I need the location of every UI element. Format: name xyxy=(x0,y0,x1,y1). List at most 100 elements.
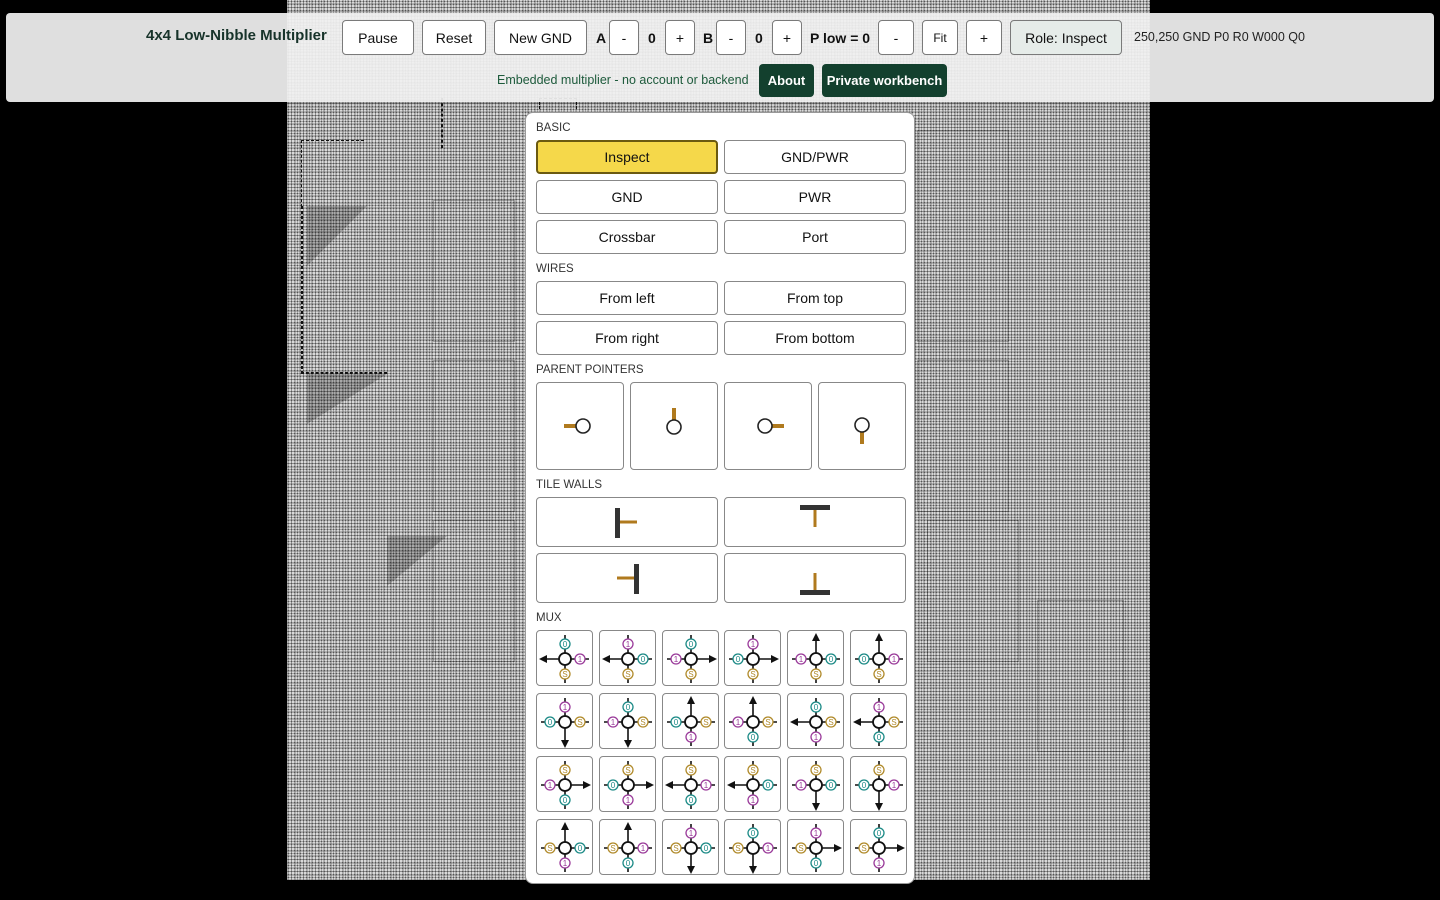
mux-tile[interactable]: S 0 1 xyxy=(536,756,593,812)
mux-tile[interactable]: 0 1 S xyxy=(536,819,593,875)
mux-tile[interactable]: S 0 1 xyxy=(787,756,845,812)
mux-icon: 1S0 xyxy=(853,698,903,746)
b-decrement-button[interactable]: - xyxy=(716,20,746,55)
wire-from-left[interactable]: From left xyxy=(536,281,718,315)
svg-text:S: S xyxy=(625,670,630,679)
svg-text:1: 1 xyxy=(641,844,646,853)
board-shading xyxy=(307,374,387,424)
svg-text:1: 1 xyxy=(626,796,631,805)
parent-pointers-heading: PARENT POINTERS xyxy=(536,364,644,376)
a-decrement-button[interactable]: - xyxy=(609,20,639,55)
mux-tile[interactable]: 0 1 S xyxy=(850,819,907,875)
basic-heading: BASIC xyxy=(536,122,571,134)
top-pointer-icon xyxy=(666,408,682,435)
tile-wall-left[interactable] xyxy=(536,497,718,547)
tool-crossbar[interactable]: Crossbar xyxy=(536,220,718,254)
svg-text:0: 0 xyxy=(578,844,583,853)
svg-text:S: S xyxy=(562,766,567,775)
svg-text:1: 1 xyxy=(751,796,756,805)
svg-text:0: 0 xyxy=(548,718,553,727)
svg-text:S: S xyxy=(751,670,756,679)
svg-text:0: 0 xyxy=(766,781,771,790)
mux-tile[interactable]: 1S0 xyxy=(850,693,907,749)
svg-text:0: 0 xyxy=(688,640,693,649)
svg-text:0: 0 xyxy=(611,781,616,790)
app-title: 4x4 Low-Nibble Multiplier xyxy=(146,27,327,44)
svg-text:S: S xyxy=(688,766,693,775)
mux-icon: S 1 0 xyxy=(666,696,715,746)
svg-text:1: 1 xyxy=(548,781,553,790)
zoom-in-button[interactable]: + xyxy=(966,20,1002,55)
mux-tile[interactable]: S 0 1 xyxy=(724,756,782,812)
mux-tile[interactable]: 0S1 xyxy=(598,693,656,749)
parent-pointer-left[interactable] xyxy=(536,382,624,470)
zoom-out-button[interactable]: - xyxy=(878,20,914,55)
tool-port[interactable]: Port xyxy=(724,220,906,254)
mux-tile[interactable]: S 1 0 xyxy=(661,756,719,812)
mux-icon: 1 0 S xyxy=(792,824,843,872)
mux-tile[interactable]: 0S1 xyxy=(661,630,719,686)
mux-icon: S 0 1 xyxy=(727,761,778,809)
wire-from-right[interactable]: From right xyxy=(536,321,718,355)
mux-tile[interactable]: 0 S 1 xyxy=(787,630,845,686)
mux-tile[interactable]: S 1 0 xyxy=(661,693,719,749)
mux-tile[interactable]: 1S0 xyxy=(724,630,782,686)
new-gnd-button[interactable]: New GND xyxy=(494,20,587,55)
wires-heading: WIRES xyxy=(536,263,574,275)
a-increment-button[interactable]: + xyxy=(665,20,695,55)
mux-heading: MUX xyxy=(536,612,562,624)
reset-button[interactable]: Reset xyxy=(422,20,486,55)
tile-wall-bottom[interactable] xyxy=(724,553,906,603)
right-pointer-icon xyxy=(757,418,784,434)
wire-from-top[interactable]: From top xyxy=(724,281,906,315)
mux-tile[interactable]: 1 0 S xyxy=(598,819,656,875)
parent-pointer-bottom[interactable] xyxy=(818,382,906,470)
svg-text:0: 0 xyxy=(877,829,882,838)
svg-text:S: S xyxy=(814,670,819,679)
tile-walls-heading: TILE WALLS xyxy=(536,479,603,491)
mux-tile[interactable]: 0S1 xyxy=(787,693,845,749)
parent-pointer-right[interactable] xyxy=(724,382,812,470)
tool-gnd[interactable]: GND xyxy=(536,180,718,214)
role-button[interactable]: Role: Inspect xyxy=(1010,20,1122,55)
svg-text:1: 1 xyxy=(799,655,804,664)
mux-tile[interactable]: S 1 0 xyxy=(598,756,656,812)
status-readout: 250,250 GND P0 R0 W000 Q0 xyxy=(1134,30,1305,44)
svg-text:0: 0 xyxy=(829,655,834,664)
left-pointer-icon xyxy=(564,418,591,434)
mux-tile[interactable]: 1S0 xyxy=(850,630,907,686)
svg-text:1: 1 xyxy=(892,655,897,664)
mux-tile[interactable]: 1 0 S xyxy=(598,630,656,686)
svg-text:S: S xyxy=(799,844,804,853)
top-wall-icon xyxy=(800,505,830,527)
tool-inspect[interactable]: Inspect xyxy=(536,140,718,174)
board-shading xyxy=(307,206,367,266)
tile-wall-right[interactable] xyxy=(536,553,718,603)
parent-pointer-top[interactable] xyxy=(630,382,718,470)
mux-tile[interactable]: 0 1 S xyxy=(724,819,782,875)
mux-icon: 1S0 xyxy=(855,633,903,683)
product-low-readout: P low = 0 xyxy=(810,30,871,46)
fit-button[interactable]: Fit xyxy=(922,20,958,55)
svg-text:S: S xyxy=(625,766,630,775)
mux-tile[interactable]: 0 1 S xyxy=(536,630,593,686)
svg-text:1: 1 xyxy=(626,640,631,649)
svg-text:1: 1 xyxy=(892,781,897,790)
embed-note: Embedded multiplier - no account or back… xyxy=(497,73,749,87)
tile-wall-top[interactable] xyxy=(724,497,906,547)
mux-tile[interactable]: 1S0 xyxy=(536,693,593,749)
wire-from-bottom[interactable]: From bottom xyxy=(724,321,906,355)
svg-text:1: 1 xyxy=(563,859,568,868)
mux-tile[interactable]: S 1 0 xyxy=(850,756,907,812)
mux-tile[interactable]: S 0 1 xyxy=(724,693,782,749)
b-increment-button[interactable]: + xyxy=(772,20,802,55)
left-wall-icon xyxy=(615,508,637,538)
mux-tile[interactable]: 1 0 S xyxy=(787,819,845,875)
board-block xyxy=(433,360,515,512)
private-workbench-button[interactable]: Private workbench xyxy=(822,64,947,97)
tool-pwr[interactable]: PWR xyxy=(724,180,906,214)
pause-button[interactable]: Pause xyxy=(342,20,414,55)
mux-tile[interactable]: 1 0 S xyxy=(661,819,719,875)
tool-gnd-pwr[interactable]: GND/PWR xyxy=(724,140,906,174)
about-button[interactable]: About xyxy=(759,64,814,97)
